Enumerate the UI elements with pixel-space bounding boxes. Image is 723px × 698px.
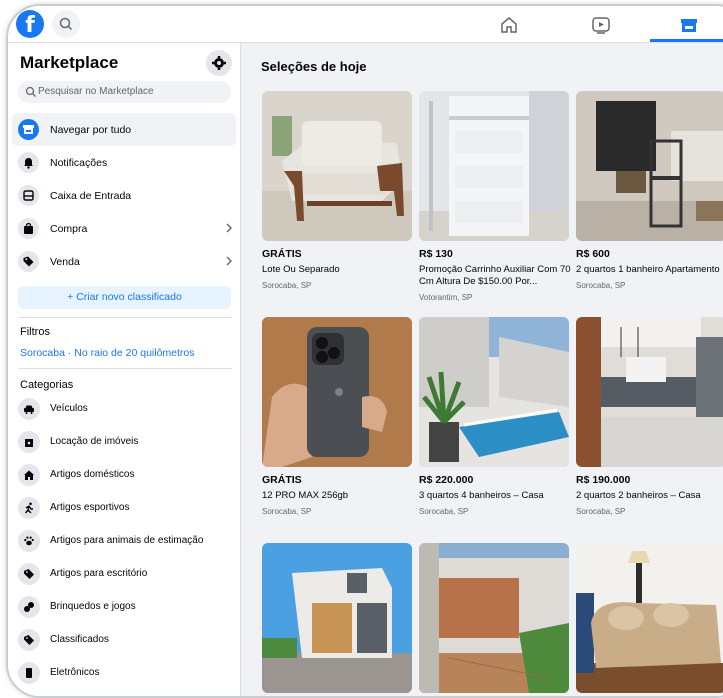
storefront-icon (18, 119, 39, 140)
sidebar-item-buying[interactable]: Compra (12, 212, 236, 245)
phone-icon (18, 662, 40, 684)
category-label: Veículos (50, 403, 88, 414)
bell-icon (18, 152, 39, 173)
paw-icon (18, 530, 40, 552)
listing-photo-house-interior[interactable] (576, 317, 723, 467)
tag-icon (18, 629, 40, 651)
sidebar-item-notifications[interactable]: Notificações (12, 146, 236, 179)
categories-title: Categorias (20, 379, 74, 391)
listing-title: Lote Ou Separado (262, 264, 340, 275)
marketplace-icon[interactable] (678, 14, 700, 36)
video-icon[interactable] (590, 14, 612, 36)
category-classifieds[interactable]: Classificados (12, 624, 236, 657)
category-label: Eletrônicos (50, 667, 100, 678)
listing-photo-couch[interactable] (576, 543, 723, 693)
top-navigation-bar: f (8, 6, 723, 43)
house-key-icon (18, 431, 40, 453)
active-tab-indicator (650, 39, 723, 42)
filters-title: Filtros (20, 326, 50, 338)
category-label: Locação de imóveis (50, 436, 139, 447)
sidebar-item-selling[interactable]: Venda (12, 245, 236, 278)
listing-photo-sofa[interactable] (262, 91, 412, 241)
listing-photo-cart[interactable] (419, 91, 569, 241)
divider (18, 368, 232, 369)
tag-icon (18, 251, 39, 272)
listing-title: 12 PRO MAX 256gb (262, 490, 349, 501)
category-sporting-goods[interactable]: Artigos esportivos (12, 492, 236, 525)
category-label: Artigos para animais de estimação (50, 535, 204, 546)
listing-photo-pool-house[interactable] (419, 317, 569, 467)
sidebar-item-label: Navegar por tudo (50, 124, 132, 136)
category-vehicles[interactable]: Veículos (12, 393, 236, 426)
sidebar: Marketplace Pesquisar no Marketplace Nav… (8, 43, 241, 696)
search-placeholder: Pesquisar no Marketplace (38, 86, 154, 97)
puzzle-icon (18, 596, 40, 618)
home-icon[interactable] (498, 14, 520, 36)
listing-photo-garage[interactable] (419, 543, 569, 693)
listing-price: R$ 220.000 (419, 474, 474, 486)
facebook-logo-icon[interactable]: f (16, 10, 44, 38)
browser-frame: f Marketplace Pesquisar no Marketplace N… (6, 4, 723, 698)
sidebar-item-label: Compra (50, 223, 88, 235)
chevron-right-icon (226, 223, 232, 233)
listing-location: Sorocaba, SP (262, 507, 312, 516)
category-label: Artigos esportivos (50, 502, 130, 513)
listing-photo-iphone[interactable] (262, 317, 412, 467)
listing-price: R$ 130 (419, 248, 453, 260)
category-label: Brinquedos e jogos (50, 601, 136, 612)
listing-location: Sorocaba, SP (576, 507, 626, 516)
sidebar-item-inbox[interactable]: Caixa de Entrada (12, 179, 236, 212)
category-office-supplies[interactable]: Artigos para escritório (12, 558, 236, 591)
category-label: Artigos para escritório (50, 568, 148, 579)
category-toys-games[interactable]: Brinquedos e jogos (12, 591, 236, 624)
tag-icon (18, 563, 40, 585)
listing-price: R$ 600 (576, 248, 610, 260)
listing-price: GRÁTIS (262, 474, 302, 486)
category-property-rentals[interactable]: Locação de imóveis (12, 426, 236, 459)
category-label: Artigos domésticos (50, 469, 135, 480)
chevron-right-icon (226, 256, 232, 266)
category-label: Classificados (50, 634, 109, 645)
listing-price: R$ 190.000 (576, 474, 631, 486)
settings-button[interactable] (206, 50, 232, 76)
listing-photo-house-exterior[interactable] (262, 543, 412, 693)
listing-price: GRÁTIS (262, 248, 302, 260)
marketplace-search-input[interactable]: Pesquisar no Marketplace (18, 81, 231, 103)
listing-title: 2 quartos 2 banheiros – Casa (576, 490, 701, 501)
listing-location: Votorantim, SP (419, 293, 473, 302)
category-pet-supplies[interactable]: Artigos para animais de estimação (12, 525, 236, 558)
listing-photo-apartment[interactable] (576, 91, 723, 241)
shopping-bag-icon (18, 218, 39, 239)
category-home-goods[interactable]: Artigos domésticos (12, 459, 236, 492)
todays-picks-title: Seleções de hoje (261, 59, 367, 74)
search-icon (59, 17, 73, 31)
main-feed: Seleções de hoje GRÁTIS Lote Ou Separado… (241, 43, 723, 696)
listing-location: Sorocaba, SP (576, 281, 626, 290)
listing-title: Promoção Carrinho Auxiliar Com 70 Cm Alt… (419, 264, 571, 287)
location-filter-link[interactable]: Sorocaba · No raio de 20 quilômetros (20, 347, 195, 359)
sidebar-title: Marketplace (20, 53, 119, 72)
gear-icon (212, 56, 226, 70)
listing-location: Sorocaba, SP (262, 281, 312, 290)
sidebar-item-browse-all[interactable]: Navegar por tudo (12, 113, 236, 146)
create-listing-button[interactable]: + Criar novo classificado (18, 286, 231, 309)
sidebar-item-label: Caixa de Entrada (50, 190, 132, 202)
running-icon (18, 497, 40, 519)
listing-location: Sorocaba, SP (419, 507, 469, 516)
divider (18, 317, 232, 318)
category-electronics[interactable]: Eletrônicos (12, 657, 236, 690)
search-icon (25, 86, 36, 97)
sidebar-item-label: Venda (50, 256, 80, 268)
inbox-icon (18, 185, 39, 206)
listing-title: 2 quartos 1 banheiro Apartamento (576, 264, 720, 275)
car-icon (18, 398, 40, 420)
search-button[interactable] (52, 10, 80, 38)
home-icon (18, 464, 40, 486)
sidebar-item-label: Notificações (50, 157, 108, 169)
listing-title: 3 quartos 4 banheiros – Casa (419, 490, 544, 501)
